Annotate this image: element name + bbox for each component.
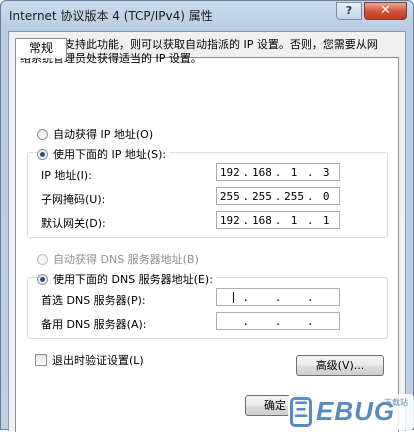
mask-octet-3: 255 [284, 189, 305, 203]
watermark-symbol: Ξ [294, 397, 309, 422]
radio-auto-dns-indicator [37, 253, 48, 265]
gateway-octet-4: 1 [322, 213, 330, 227]
validate-on-exit-label: 退出时验证设置(L) [52, 354, 144, 367]
gateway-octet-2: 168 [251, 213, 272, 227]
ip-octet-2: 168 [251, 165, 272, 179]
radio-auto-dns-label: 自动获得 DNS 服务器地址(B) [53, 253, 199, 266]
text-caret [233, 292, 234, 303]
watermark-small-text: 下载站 [384, 398, 408, 407]
ip-octet-4: 3 [322, 165, 330, 179]
ip-address-label: IP 地址(I): [41, 169, 92, 182]
radio-auto-ip-label: 自动获得 IP 地址(O) [53, 128, 154, 141]
gateway-octet-3: 1 [290, 213, 298, 227]
tab-general[interactable]: 常规 [15, 38, 67, 58]
radio-manual-dns-label: 使用下面的 DNS 服务器地址(E): [53, 273, 213, 286]
preferred-dns-input[interactable]: . . . [216, 288, 340, 306]
alternate-dns-label: 备用 DNS 服务器(A): [41, 318, 147, 331]
radio-manual-dns-indicator [37, 273, 48, 285]
validate-on-exit-checkbox[interactable]: 退出时验证设置(L) [35, 352, 144, 368]
window-title: Internet 协议版本 4 (TCP/IPv4) 属性 [9, 9, 213, 23]
default-gateway-input[interactable]: 192. 168. 1. 1 [216, 211, 340, 229]
radio-manual-ip-indicator [37, 148, 48, 160]
mask-octet-2: 255 [251, 189, 272, 203]
mask-octet-1: 255 [219, 189, 240, 203]
radio-auto-ip[interactable]: 自动获得 IP 地址(O) [37, 126, 153, 142]
alternate-dns-input[interactable]: . . . [216, 312, 340, 330]
subnet-mask-label: 子网掩码(U): [41, 193, 106, 206]
description-text: 如果网络支持此功能，则可以获取自动指派的 IP 设置。否则，您需要从网络系统管理… [20, 38, 378, 65]
title-bar[interactable]: Internet 协议版本 4 (TCP/IPv4) 属性 ? ✕ [1, 1, 413, 28]
checkbox-indicator [35, 354, 47, 366]
default-gateway-label: 默认网关(D): [41, 217, 106, 230]
ip-octet-1: 192 [219, 165, 240, 179]
ip-address-input[interactable]: 192. 168. 1. 3 [216, 163, 340, 181]
watermark-logo: Ξ EBUG 下载站 [288, 394, 414, 430]
close-button[interactable]: ✕ [364, 2, 407, 20]
gateway-octet-1: 192 [219, 213, 240, 227]
preferred-dns-label: 首选 DNS 服务器(P): [41, 294, 146, 307]
radio-auto-ip-indicator [37, 128, 48, 140]
advanced-button[interactable]: 高级(V)... [296, 355, 384, 376]
radio-manual-ip[interactable]: 使用下面的 IP 地址(S): [37, 146, 170, 162]
ip-octet-3: 1 [290, 165, 298, 179]
subnet-mask-input[interactable]: 255. 255. 255. 0 [216, 187, 340, 205]
radio-auto-dns[interactable]: 自动获得 DNS 服务器地址(B) [37, 251, 199, 267]
radio-manual-dns[interactable]: 使用下面的 DNS 服务器地址(E): [37, 271, 216, 287]
help-button[interactable]: ? [336, 2, 362, 20]
mask-octet-4: 0 [322, 189, 330, 203]
radio-manual-ip-label: 使用下面的 IP 地址(S): [53, 148, 167, 161]
